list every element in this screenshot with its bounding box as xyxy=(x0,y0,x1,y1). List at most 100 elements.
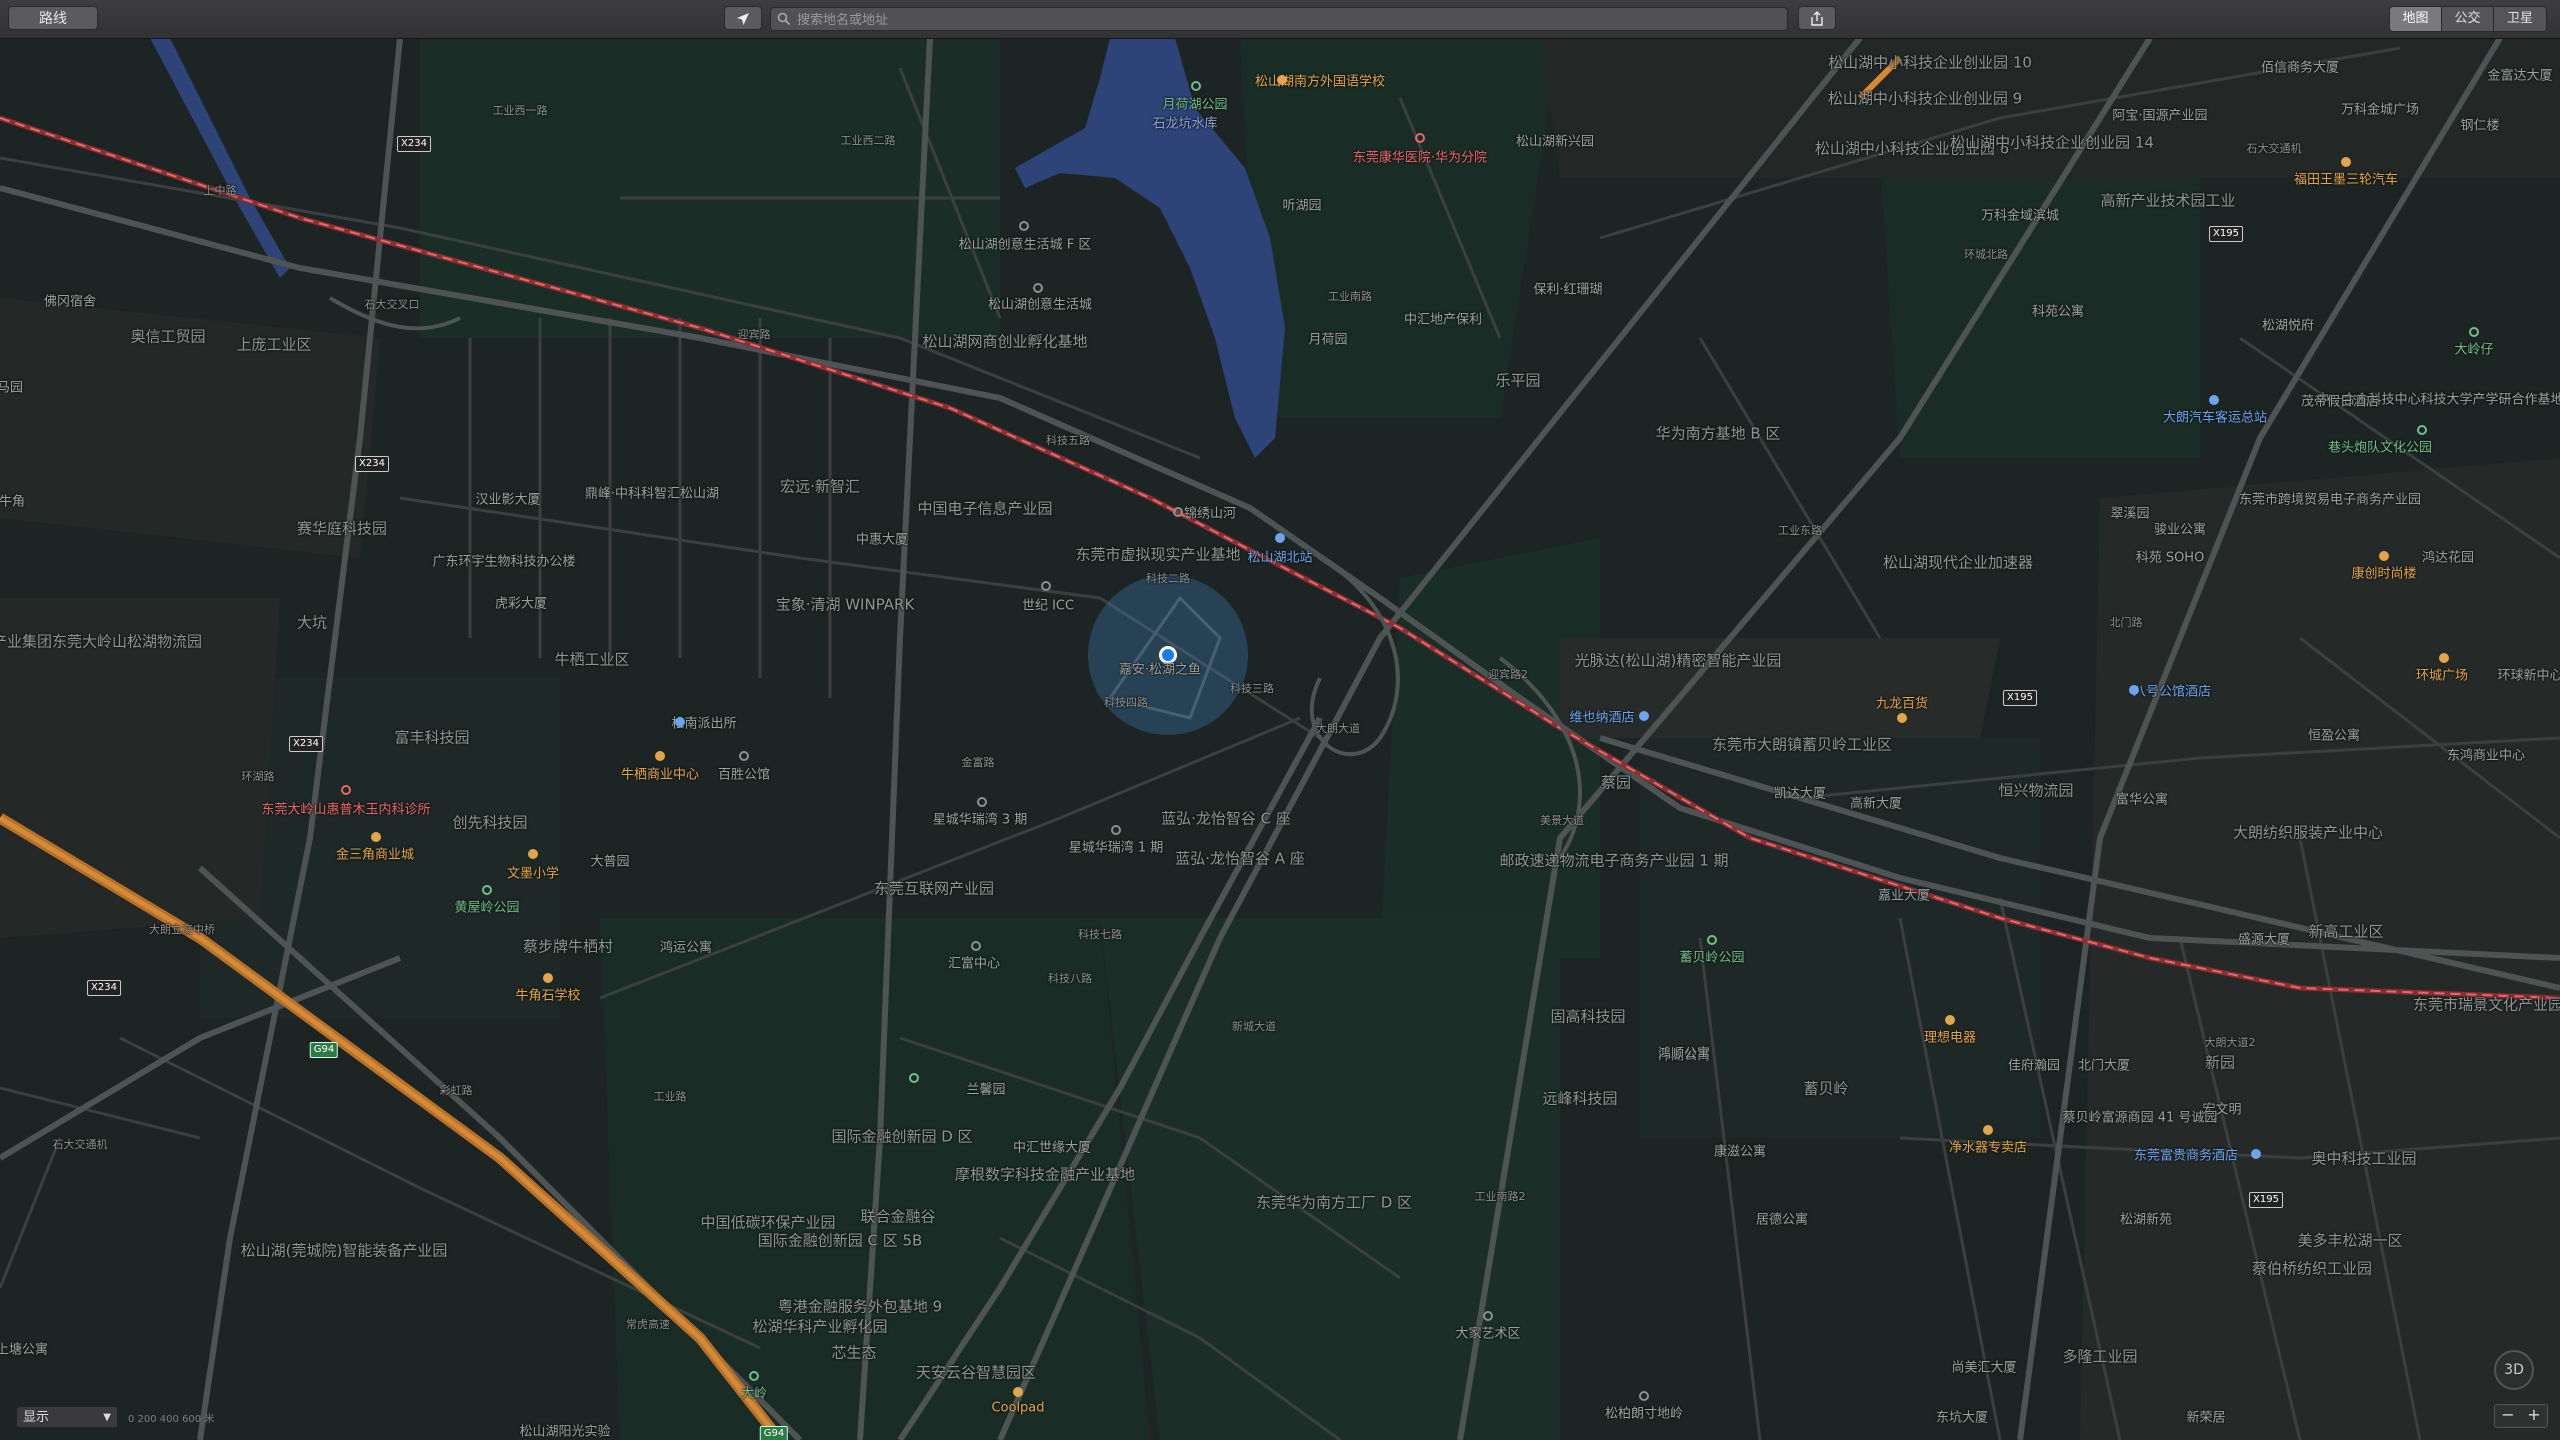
map-label[interactable]: 赛华庭科技园 xyxy=(297,518,387,539)
map-label[interactable]: 宏远·新智汇 xyxy=(780,476,860,497)
map-label[interactable]: 大朗纺织服装产业中心 xyxy=(2233,822,2383,843)
poi-marker[interactable] xyxy=(1191,81,1201,91)
map-label[interactable]: 九龙百货 xyxy=(1876,693,1928,712)
map-label[interactable]: 远峰科技园 xyxy=(1542,1088,1617,1109)
map-label[interactable]: 金三角商业城 xyxy=(336,844,414,863)
map-label[interactable]: 牛栖商业中心 xyxy=(621,764,699,783)
map-label[interactable]: 听湖园 xyxy=(1282,195,1321,214)
map-label[interactable]: 中惠大厦 xyxy=(856,529,908,548)
map-label[interactable]: 科苑 SOHO xyxy=(2136,547,2205,566)
map-type-map-tab[interactable]: 地图 xyxy=(2390,7,2442,31)
map-label[interactable]: 凯达大厦 xyxy=(1774,783,1826,802)
map-label[interactable]: 松山湖(莞城院)智能装备产业园 xyxy=(241,1240,448,1261)
map-label[interactable]: 骏业公寓 xyxy=(2154,519,2206,538)
share-button[interactable] xyxy=(1798,6,1836,30)
map-label[interactable]: 月荷湖公园 xyxy=(1162,94,1227,113)
display-menu[interactable]: 显示 ▼ xyxy=(16,1406,118,1428)
poi-marker[interactable] xyxy=(1707,935,1717,945)
map-label[interactable]: 牛角石学校 xyxy=(515,985,580,1004)
map-label[interactable]: 尚美汇大厦 xyxy=(1951,1357,2016,1376)
map-label[interactable]: 东莞市大朗镇蓄贝岭工业区 xyxy=(1712,734,1892,755)
map-label[interactable]: 北门大厦 xyxy=(2078,1055,2130,1074)
poi-marker[interactable] xyxy=(675,717,685,727)
map-label[interactable]: 居德公寓 xyxy=(1756,1209,1808,1228)
map-label[interactable]: 芯生态 xyxy=(831,1342,876,1363)
map-label[interactable]: 翠溪园 xyxy=(2110,503,2149,522)
map-label[interactable]: 东莞市跨境贸易电子商务产业园 xyxy=(2239,489,2421,508)
map-label[interactable]: 松山湖现代企业加速器 xyxy=(1883,552,2033,573)
map-label[interactable]: 月荷园 xyxy=(1308,329,1347,348)
map-label[interactable]: 维也纳酒店 xyxy=(1569,707,1634,726)
poi-marker[interactable] xyxy=(528,849,538,859)
poi-marker[interactable] xyxy=(2251,1149,2261,1159)
map-label[interactable]: 松山湖北站 xyxy=(1247,547,1312,566)
map-label[interactable]: 宝象·清湖 WINPARK xyxy=(776,594,915,615)
map-label[interactable]: 汉业影大厦 xyxy=(475,489,540,508)
map-label[interactable]: 华为南方基地 B 区 xyxy=(1656,423,1781,444)
map-label[interactable]: 上塘公寓 xyxy=(0,1339,48,1358)
map-label[interactable]: 大普园 xyxy=(590,851,629,870)
map-type-satellite-tab[interactable]: 卫星 xyxy=(2494,7,2546,31)
map-label[interactable]: 阿宝·国源产业园 xyxy=(2112,105,2207,124)
map-label[interactable]: 蔡贝岭富源商园 41 号诚园 xyxy=(2063,1107,2218,1126)
map-label[interactable]: 粤港金融服务外包基地 9 xyxy=(778,1296,942,1317)
map-label[interactable]: 兰馨园 xyxy=(966,1079,1005,1098)
map-label[interactable]: 松湖新苑 xyxy=(2120,1209,2172,1228)
current-location-button[interactable] xyxy=(724,6,762,30)
zoom-out-button[interactable]: − xyxy=(2495,1405,2521,1427)
map-label[interactable]: 高新大厦 xyxy=(1850,793,1902,812)
map-label[interactable]: 大岭 xyxy=(741,1383,767,1402)
map-label[interactable]: 创先科技园 xyxy=(452,812,527,833)
map-label[interactable]: 东莞康华医院·华为分院 xyxy=(1353,147,1487,166)
map-label[interactable]: 康创时尚楼 xyxy=(2351,563,2416,582)
map-label[interactable]: 第一产业集团东莞大岭山松湖物流园 xyxy=(0,631,202,652)
map-label[interactable]: 佳府瀚园 xyxy=(2008,1055,2060,1074)
map-label[interactable]: 多隆工业园 xyxy=(2062,1346,2137,1367)
map-label[interactable]: 鼎峰·中科科智汇松山湖 xyxy=(585,483,719,502)
map-label[interactable]: 高新产业技术园工业 xyxy=(2100,190,2235,211)
map-label[interactable]: 松山湖中小科技企业创业园 9 xyxy=(1828,88,2022,109)
map-label[interactable]: 蓝弘·龙怡智谷 A 座 xyxy=(1175,848,1305,869)
poi-marker[interactable] xyxy=(1033,283,1043,293)
map-label[interactable]: 东莞市瑞景文化产业园 xyxy=(2413,994,2560,1015)
map-label[interactable]: 摩根数字科技金融产业基地 xyxy=(955,1164,1135,1185)
map-label[interactable]: 黄屋岭公园 xyxy=(454,897,519,916)
map-label[interactable]: 美多丰松湖一区 xyxy=(2297,1230,2402,1251)
map-label[interactable]: Coolpad xyxy=(991,1401,1044,1416)
poi-marker[interactable] xyxy=(909,1073,919,1083)
poi-marker[interactable] xyxy=(1945,1015,1955,1025)
map-label[interactable]: 蓄贝岭公园 xyxy=(1679,947,1744,966)
map-label[interactable]: 东莞富贵商务酒店 xyxy=(2134,1145,2238,1164)
poi-marker[interactable] xyxy=(1483,1311,1493,1321)
map-label[interactable]: 星城华瑞湾 3 期 xyxy=(933,809,1028,828)
map-label[interactable]: 富华公寓 xyxy=(2116,789,2168,808)
map-label[interactable]: 中汇地产保利 xyxy=(1404,309,1482,328)
map-label[interactable]: 大朗汽车客运总站 xyxy=(2163,407,2267,426)
poi-marker[interactable] xyxy=(482,885,492,895)
map-label[interactable]: 环球新中心 xyxy=(2497,665,2560,684)
map-label[interactable]: 松山湖创意生活城 F 区 xyxy=(959,234,1092,253)
map-label[interactable]: 东莞互联网产业园 xyxy=(874,878,994,899)
map-label[interactable]: 固高科技园 xyxy=(1550,1006,1625,1027)
poi-marker[interactable] xyxy=(1639,1391,1649,1401)
poi-marker[interactable] xyxy=(1173,507,1183,517)
poi-marker[interactable] xyxy=(1415,133,1425,143)
map-label[interactable]: 奥信工贸园 xyxy=(130,326,205,347)
map-label[interactable]: 鸿顺公寓 xyxy=(1658,1043,1710,1062)
map-label[interactable]: 茂帝假日酒店 xyxy=(2301,391,2379,410)
map-label[interactable]: 牛角 xyxy=(0,491,25,510)
map-label[interactable]: 虎彩大厦 xyxy=(495,593,547,612)
map-label[interactable]: 松山湖新兴园 xyxy=(1516,131,1594,150)
map-label[interactable]: 万科金域滨城 xyxy=(1981,205,2059,224)
map-label[interactable]: 东莞华为南方工厂 D 区 xyxy=(1256,1192,1412,1213)
map-label[interactable]: 松山湖阳光实验 xyxy=(519,1421,610,1440)
map-label[interactable]: 广东环宇生物科技办公楼 xyxy=(432,551,575,570)
map-label[interactable]: 富丰科技园 xyxy=(394,727,469,748)
map-label[interactable]: 福田王墨三轮汽车 xyxy=(2294,169,2398,188)
map-label[interactable]: 松湖悦府 xyxy=(2262,315,2314,334)
poi-marker[interactable] xyxy=(749,1371,759,1381)
map-label[interactable]: 松湖华科产业孵化园 xyxy=(752,1316,887,1337)
map-label[interactable]: 东莞大岭山惠普木玉内科诊所 xyxy=(261,799,430,818)
map-label[interactable]: 恒兴物流园 xyxy=(1998,780,2073,801)
map-label[interactable]: 佰信商务大厦 xyxy=(2261,57,2339,76)
